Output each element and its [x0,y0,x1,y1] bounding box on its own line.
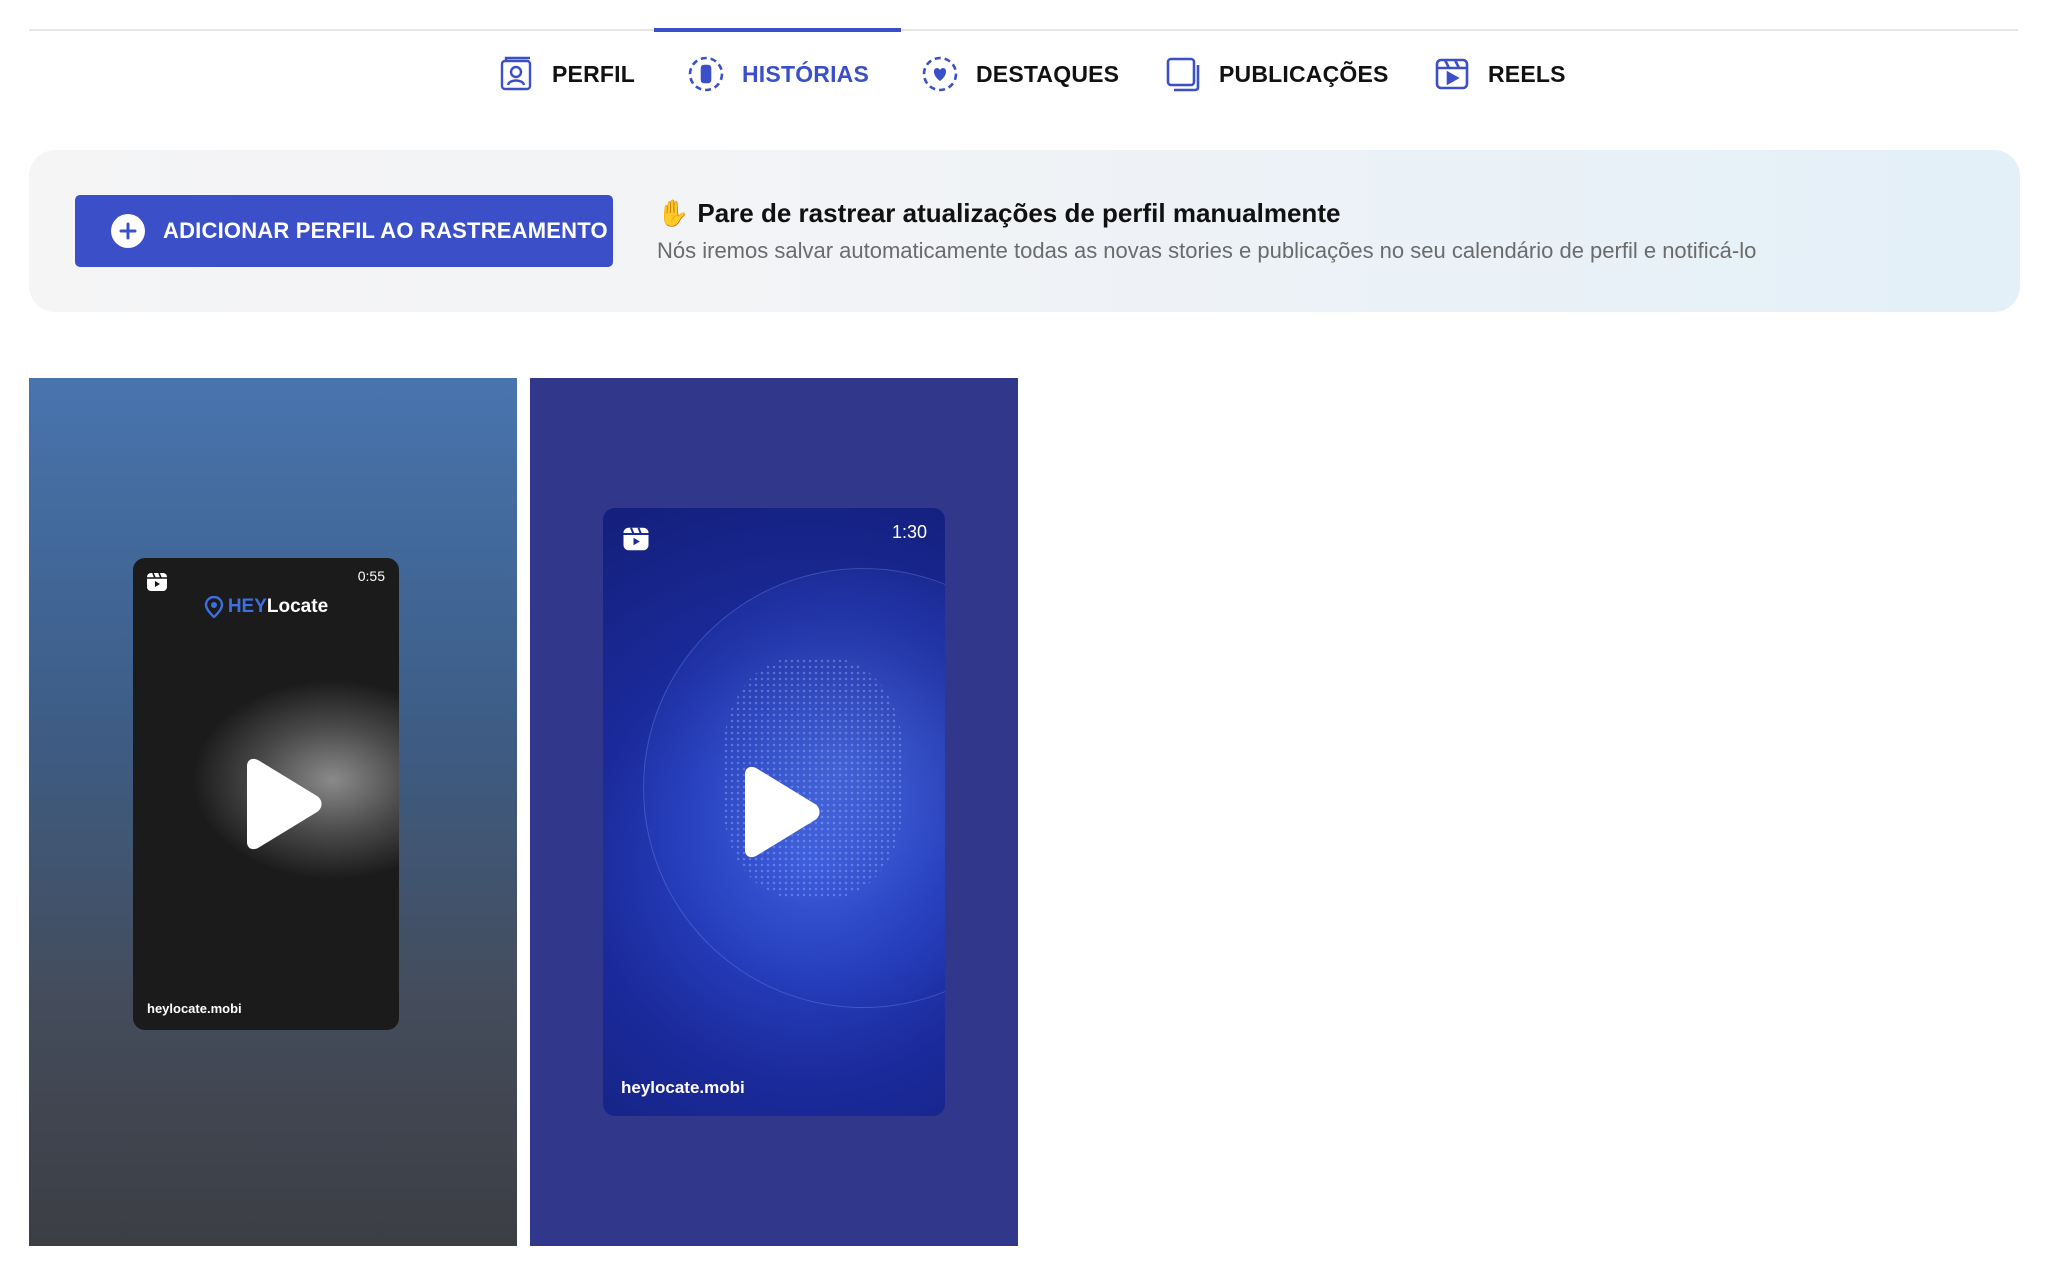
story-card[interactable]: 1:30 heylocate.mobi [530,378,1018,1246]
highlights-heart-icon [920,54,960,94]
banner-title-text: Pare de rastrear atualizações de perfil … [697,198,1341,228]
tab-destaques[interactable]: DESTAQUES [920,28,1119,120]
reel-icon [621,524,651,559]
video-duration: 0:55 [357,568,385,584]
tab-publicacoes[interactable]: PUBLICAÇÕES [1163,28,1389,120]
brand-hey: HEY [227,596,267,617]
tab-bar: PERFIL HISTÓRIAS DESTAQUES PUBLICAÇÕES R… [0,0,2048,120]
raised-hand-icon: ✋ [657,198,690,228]
banner-title: ✋ Pare de rastrear atualizações de perfi… [657,198,1340,229]
story-thumbnail: 1:30 heylocate.mobi [603,508,945,1116]
add-profile-tracking-button[interactable]: ADICIONAR PERFIL AO RASTREAMENTO [75,195,613,267]
tab-label: PUBLICAÇÕES [1219,60,1389,87]
play-icon[interactable] [735,766,821,858]
play-icon[interactable] [237,758,323,850]
tab-label: REELS [1488,60,1566,87]
brand-locate: Locate [266,596,329,617]
plus-icon [111,214,145,248]
stories-circle-icon [686,54,726,94]
location-pin-icon [204,596,224,618]
tracking-banner: ADICIONAR PERFIL AO RASTREAMENTO ✋ Pare … [29,150,2020,312]
profile-card-icon [496,54,536,94]
tab-reels[interactable]: REELS [1432,28,1566,120]
tab-perfil[interactable]: PERFIL [496,28,635,120]
reels-icon [1432,54,1472,94]
heylocate-logo: HEYLocate [133,596,399,618]
story-domain: heylocate.mobi [621,1078,745,1097]
tab-label: PERFIL [552,60,635,87]
tab-historias[interactable]: HISTÓRIAS [653,28,902,120]
video-duration: 1:30 [891,522,927,542]
posts-stack-icon [1163,54,1203,94]
story-domain: heylocate.mobi [147,1001,242,1016]
story-thumbnail: 0:55 HEYLocate heylocate.mobi [133,558,399,1030]
reel-icon [145,570,169,599]
story-card[interactable]: 0:55 HEYLocate heylocate.mobi [29,378,517,1246]
add-profile-button-label: ADICIONAR PERFIL AO RASTREAMENTO [163,218,608,243]
banner-subtitle: Nós iremos salvar automaticamente todas … [657,238,1757,263]
tab-label: HISTÓRIAS [742,60,870,87]
tab-label: DESTAQUES [976,60,1120,87]
